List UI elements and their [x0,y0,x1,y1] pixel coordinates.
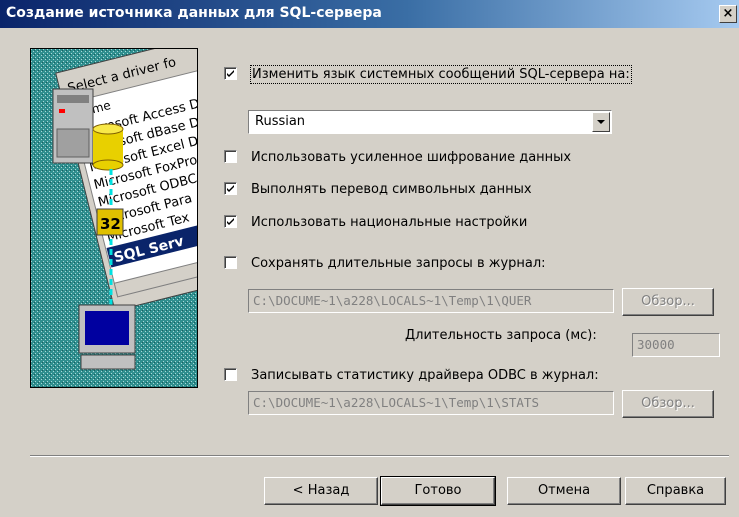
help-button[interactable]: Справка [625,477,726,505]
browse-stats-log-button[interactable]: Обзор... [622,390,714,418]
back-button[interactable]: < Назад [264,477,378,505]
log-long-queries-label: Сохранять длительные запросы в журнал: [251,256,546,271]
log-stats-checkbox[interactable] [224,368,237,381]
log-stats-label: Записывать статистику драйвера ODBC в жу… [251,368,599,383]
close-icon: × [722,6,734,21]
finish-button[interactable]: Готово [380,476,496,506]
browse-query-log-button[interactable]: Обзор... [622,288,714,316]
footer-separator-highlight [30,456,729,457]
strong-encryption-checkbox[interactable] [224,150,237,163]
chevron-down-icon [597,120,605,124]
change-language-label: Изменить язык системных сообщений SQL-се… [250,65,632,84]
stats-log-path-field[interactable]: C:\DOCUME~1\a228\LOCALS~1\Temp\1\STATS [248,391,614,415]
check-icon [227,185,234,192]
regional-settings-label: Использовать национальные настройки [251,215,528,230]
language-dropdown-button[interactable] [592,112,610,132]
strong-encryption-label: Использовать усиленное шифрование данных [251,150,572,165]
check-icon [227,218,234,225]
regional-settings-checkbox[interactable] [224,215,237,228]
window-title: Создание источника данных для SQL-сервер… [6,5,382,21]
close-button[interactable]: × [719,5,737,23]
wizard-illustration: Select a driver fo Name Microsoft Access… [30,36,262,388]
language-value: Russian [255,114,306,129]
log-long-queries-checkbox[interactable] [224,256,237,269]
language-select[interactable]: Russian [248,110,612,134]
bit-badge: 32 [100,215,121,233]
query-duration-label: Длительность запроса (мс): [405,328,597,343]
title-bar: Создание источника данных для SQL-сервер… [0,0,739,28]
check-icon [227,70,234,77]
translate-chars-checkbox[interactable] [224,182,237,195]
query-log-path-field[interactable]: C:\DOCUME~1\a228\LOCALS~1\Temp\1\QUER [248,289,614,313]
translate-chars-label: Выполнять перевод символьных данных [251,182,532,197]
query-duration-field[interactable]: 30000 [632,333,720,357]
change-language-checkbox[interactable] [224,67,237,80]
cancel-button[interactable]: Отмена [507,477,621,505]
